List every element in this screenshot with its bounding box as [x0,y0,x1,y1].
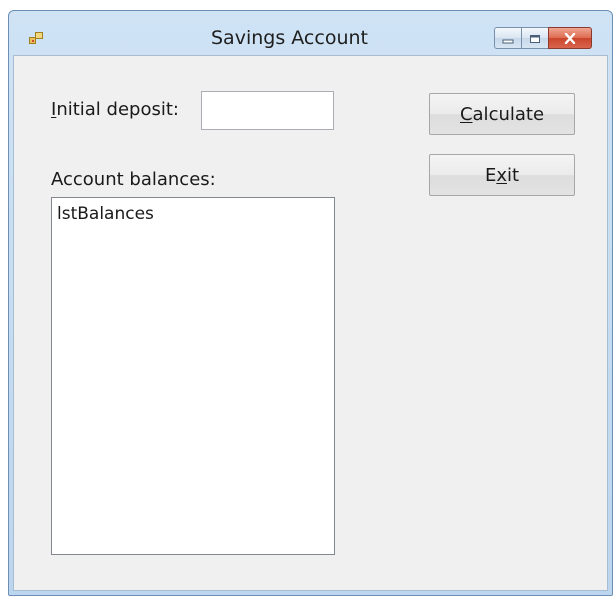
title-bar[interactable]: Savings Account [9,11,612,55]
close-button[interactable] [548,27,592,49]
maximize-button[interactable] [521,27,548,49]
form-client-area: Initial deposit: Account balances: lstBa… [13,55,608,591]
maximize-icon [529,29,541,48]
calculate-label: alculate [472,103,545,125]
initial-deposit-label-text: nitial deposit: [56,99,179,120]
window-controls [494,27,592,49]
minimize-icon [502,29,514,48]
list-item[interactable]: lstBalances [57,204,334,224]
close-icon [564,29,576,48]
account-balances-listbox[interactable]: lstBalances [51,197,335,555]
calculate-button[interactable]: Calculate [429,93,575,135]
minimize-button[interactable] [494,27,521,49]
exit-label-end: it [506,164,520,186]
exit-button[interactable]: Ex it [429,154,575,196]
initial-deposit-input[interactable] [201,91,334,130]
exit-mnemonic: x [496,164,507,186]
app-window: Savings Account Initial deposit: Account… [8,10,613,596]
account-balances-label: Account balances: [51,169,216,190]
calculate-mnemonic: C [459,103,473,125]
exit-label-start: E [484,164,497,186]
initial-deposit-label: Initial deposit: [51,99,179,120]
